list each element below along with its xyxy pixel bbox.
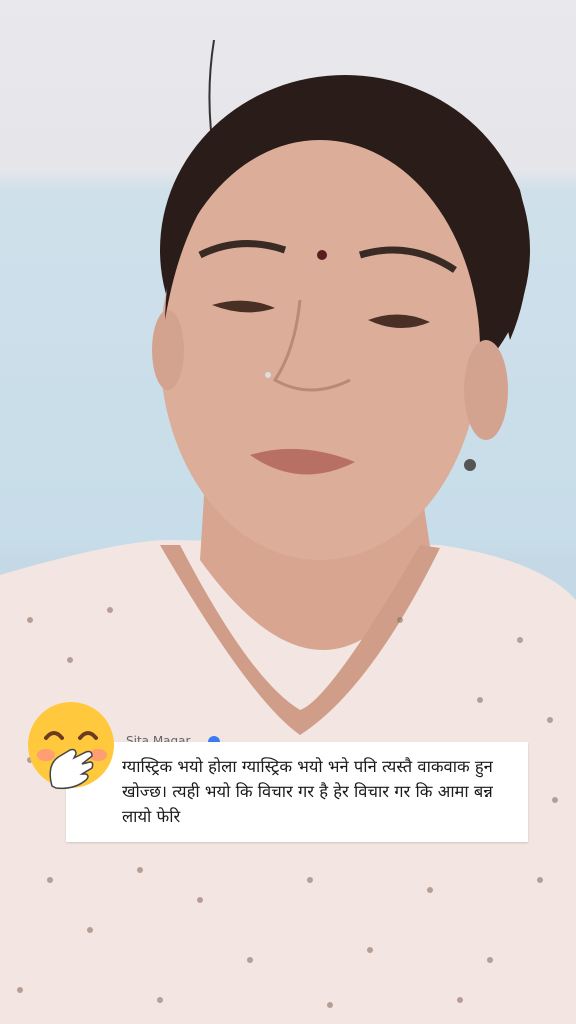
comment-reply-card[interactable]: ग्यास्ट्रिक भयो होला ग्यास्ट्रिक भयो भने… xyxy=(66,742,528,842)
comment-text: ग्यास्ट्रिक भयो होला ग्यास्ट्रिक भयो भने… xyxy=(122,757,493,826)
video-frame-person xyxy=(0,39,576,1024)
hand-over-mouth-emoji-icon xyxy=(28,702,114,790)
